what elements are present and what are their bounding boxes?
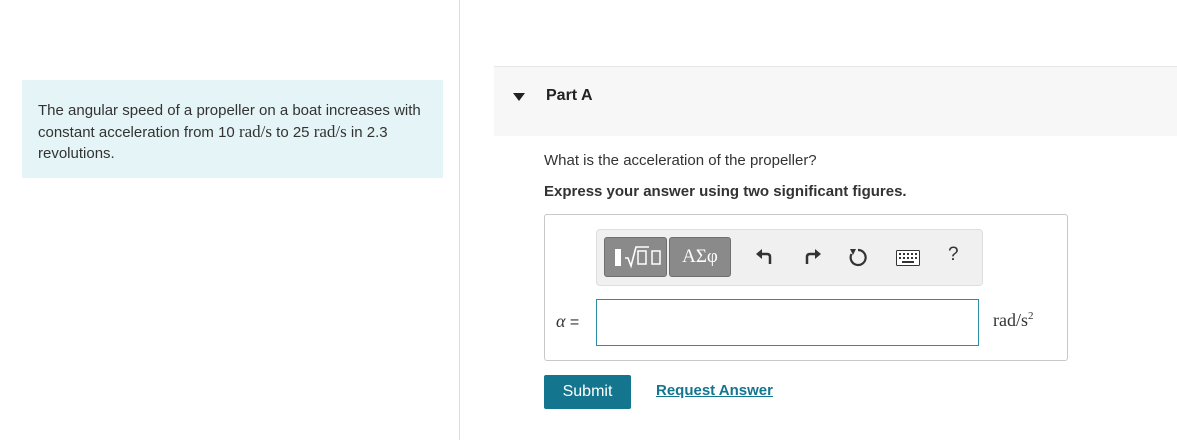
instruction-text: Express your answer using two significan… xyxy=(544,183,907,200)
unit-rad-per-s: rad/s xyxy=(238,122,272,141)
column-divider xyxy=(459,0,460,440)
greek-symbols-button[interactable]: ΑΣφ xyxy=(669,237,731,277)
collapse-caret-icon[interactable] xyxy=(513,93,525,101)
answer-label: α = xyxy=(556,311,580,331)
templates-button[interactable] xyxy=(604,237,667,277)
request-answer-link[interactable]: Request Answer xyxy=(656,382,773,399)
part-title: Part A xyxy=(546,87,593,104)
question-text: What is the acceleration of the propelle… xyxy=(544,152,817,169)
redo-icon[interactable] xyxy=(801,246,823,268)
submit-button[interactable]: Submit xyxy=(544,375,631,409)
unit-rad-per-s: rad/s xyxy=(313,122,347,141)
part-header[interactable]: Part A xyxy=(494,66,1177,136)
help-button[interactable]: ? xyxy=(948,244,959,266)
problem-statement: The angular speed of a propeller on a bo… xyxy=(22,80,443,178)
undo-icon[interactable] xyxy=(754,246,776,268)
answer-input[interactable] xyxy=(596,299,979,346)
answer-unit: rad/s2 xyxy=(993,310,1034,330)
keyboard-icon[interactable] xyxy=(896,250,920,266)
templates-icon xyxy=(615,246,661,269)
reset-icon[interactable] xyxy=(847,246,869,268)
math-toolbar: ΑΣφ ? xyxy=(596,229,983,286)
